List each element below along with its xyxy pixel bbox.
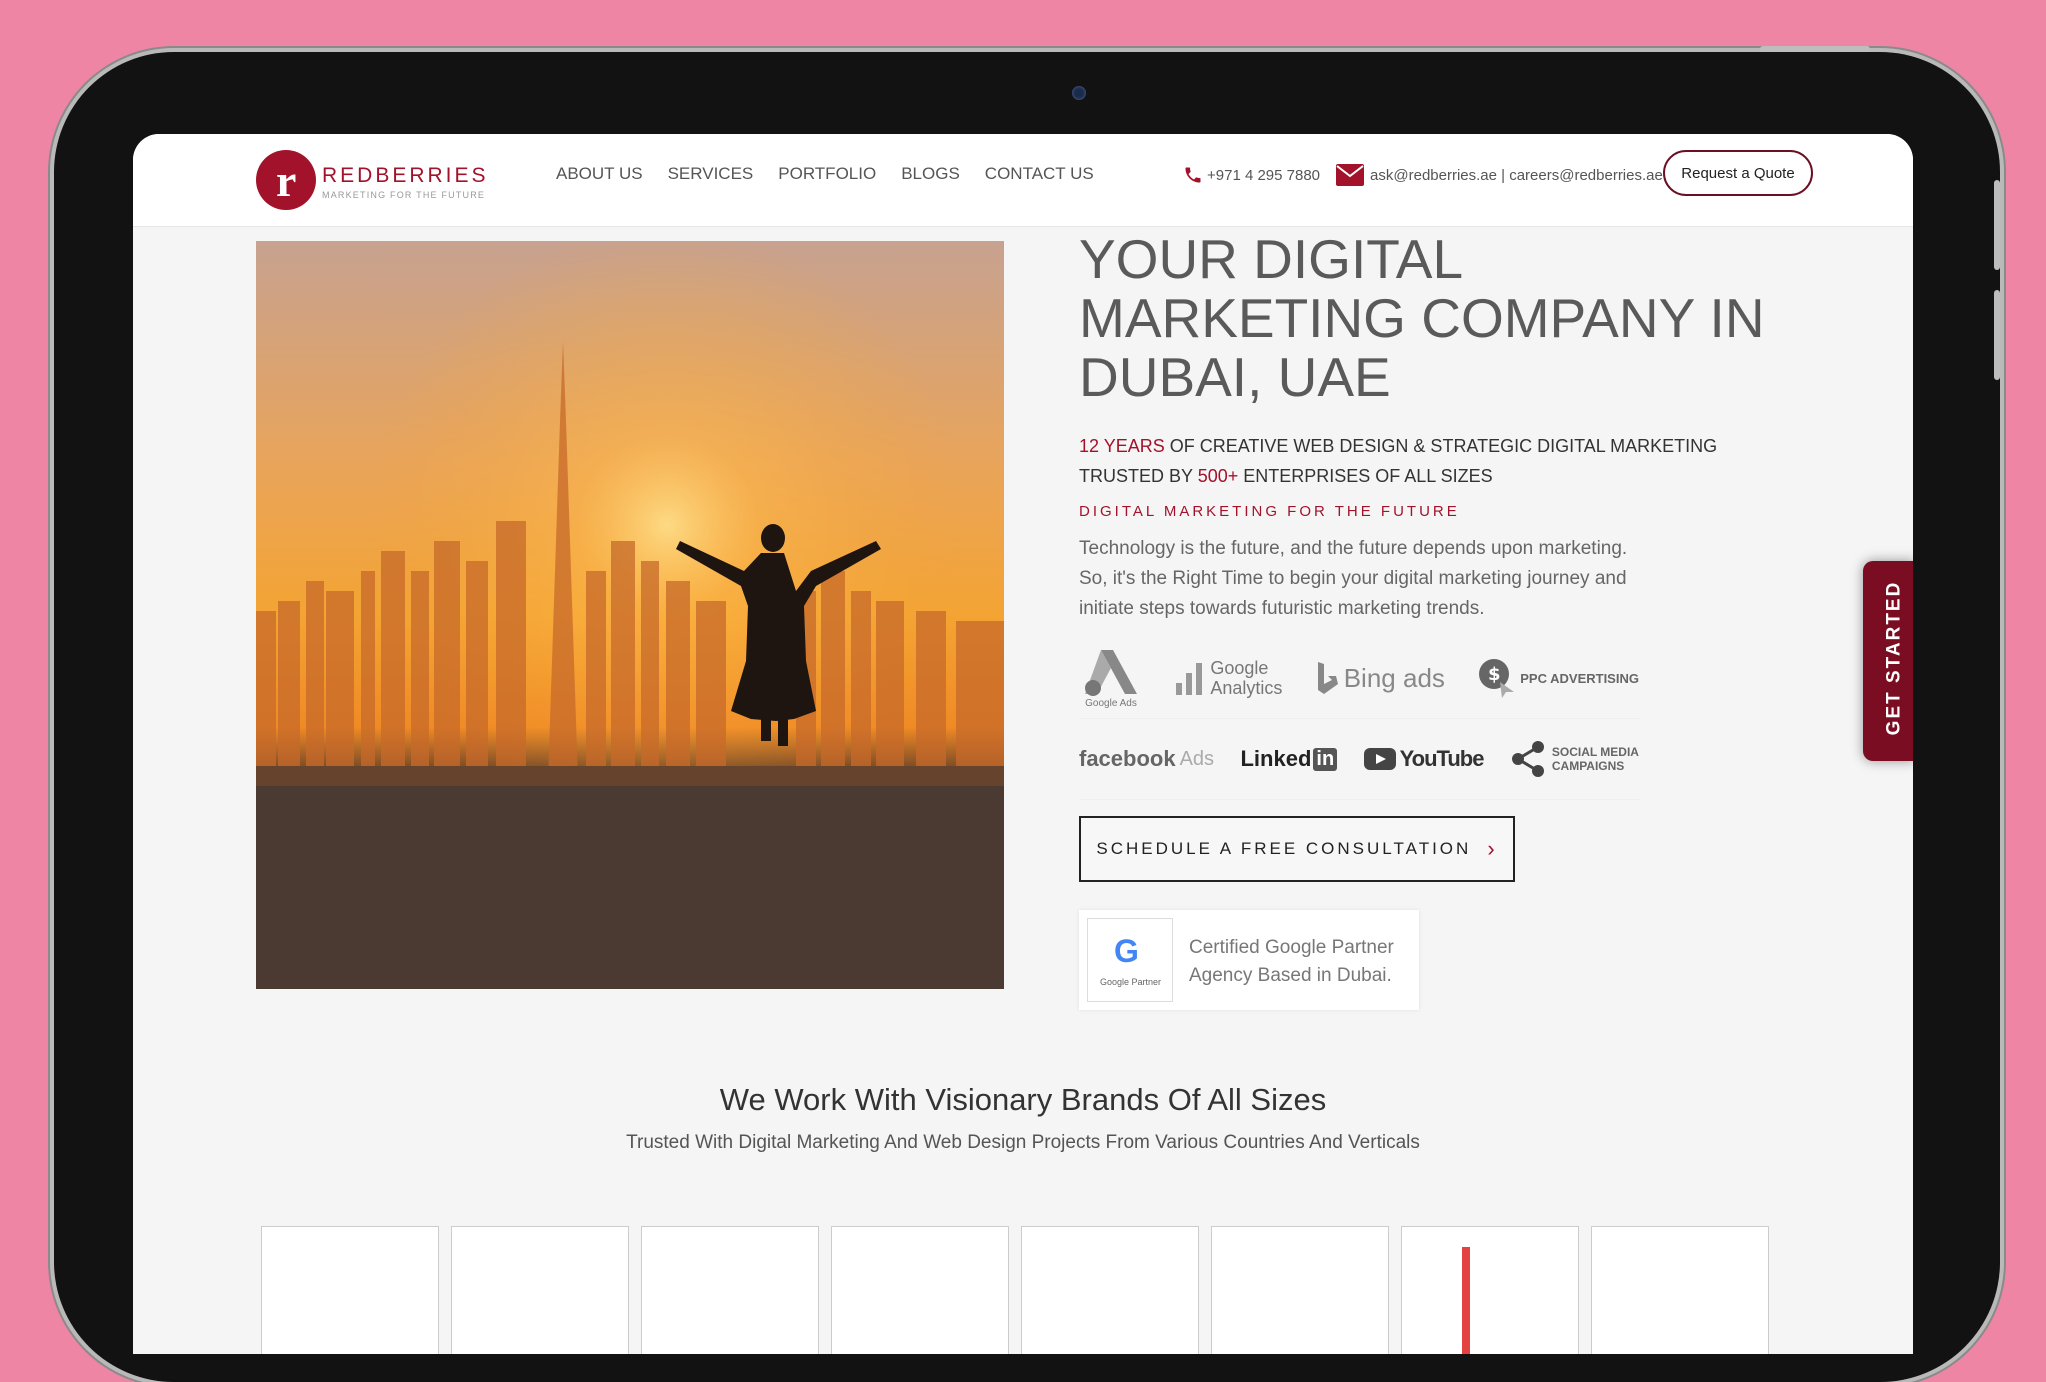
ppc-advertising-logo: $ PPC ADVERTISING bbox=[1478, 658, 1639, 698]
logo-name: REDBERRIES bbox=[322, 164, 489, 187]
brand-card[interactable] bbox=[451, 1226, 629, 1354]
brand-card[interactable] bbox=[1401, 1226, 1579, 1354]
hero-image bbox=[256, 241, 1004, 989]
count-highlight: 500+ bbox=[1197, 466, 1239, 486]
google-analytics-icon bbox=[1176, 663, 1203, 695]
email-addresses[interactable]: ask@redberries.ae | careers@redberries.a… bbox=[1370, 167, 1663, 184]
contact-info: +971 4 295 7880 ask@redberries.ae | care… bbox=[1183, 164, 1663, 186]
brand-card[interactable] bbox=[261, 1226, 439, 1354]
share-icon bbox=[1511, 741, 1544, 777]
hero-content: YOUR DIGITAL MARKETING COMPANY IN DUBAI,… bbox=[1079, 230, 1799, 624]
site-logo[interactable]: REDBERRIES MARKETING FOR THE FUTURE bbox=[256, 150, 496, 214]
bing-icon bbox=[1317, 662, 1338, 694]
schedule-consultation-button[interactable]: SCHEDULE A FREE CONSULTATION › bbox=[1079, 816, 1515, 882]
nav-contact-us[interactable]: CONTACT US bbox=[985, 164, 1094, 184]
brand-card[interactable] bbox=[1211, 1226, 1389, 1354]
brand-card[interactable] bbox=[1021, 1226, 1199, 1354]
brand-card[interactable] bbox=[1591, 1226, 1769, 1354]
nav-about-us[interactable]: ABOUT US bbox=[556, 164, 643, 184]
hero-sub-text: OF CREATIVE WEB DESIGN & STRATEGIC DIGIT… bbox=[1164, 436, 1718, 456]
brand-card[interactable] bbox=[641, 1226, 819, 1354]
chevron-right-icon: › bbox=[1487, 836, 1498, 861]
google-ads-icon bbox=[1085, 649, 1137, 696]
linkedin-logo: Linked in bbox=[1240, 746, 1338, 772]
google-partner-badge: G Google Partner bbox=[1087, 918, 1173, 1002]
phone-icon bbox=[1185, 167, 1201, 183]
social-media-campaigns-logo: SOCIAL MEDIA CAMPAIGNS bbox=[1510, 739, 1639, 779]
browser-viewport: REDBERRIES MARKETING FOR THE FUTURE ABOU… bbox=[133, 134, 1913, 1354]
tablet-top-button bbox=[1760, 46, 1870, 52]
google-ads-logo: Google Ads bbox=[1079, 648, 1143, 709]
youtube-play-icon bbox=[1363, 748, 1396, 770]
brand-logo-mark bbox=[1462, 1247, 1470, 1354]
phone-number[interactable]: +971 4 295 7880 bbox=[1207, 167, 1320, 184]
site-header: REDBERRIES MARKETING FOR THE FUTURE ABOU… bbox=[133, 134, 1913, 227]
partner-text: Certified Google Partner Agency Based in… bbox=[1189, 937, 1394, 986]
nav-blogs[interactable]: BLOGS bbox=[901, 164, 960, 184]
logo-row: Google Ads Google Analytics Bing ads $ PP… bbox=[1079, 638, 1639, 719]
hero-tagline: DIGITAL MARKETING FOR THE FUTURE bbox=[1079, 503, 1460, 520]
nav-services[interactable]: SERVICES bbox=[668, 164, 754, 184]
logo-row: facebook Ads Linked in YouTube SOCIAL ME… bbox=[1079, 719, 1639, 800]
facebook-ads-logo: facebook Ads bbox=[1079, 746, 1215, 771]
request-quote-button[interactable]: Request a Quote bbox=[1663, 150, 1813, 196]
brand-cards bbox=[261, 1226, 1769, 1354]
hero-sub-text-2: ENTERPRISES OF ALL SIZES bbox=[1238, 466, 1493, 486]
ppc-dollar-icon: $ bbox=[1479, 659, 1515, 698]
brand-card[interactable] bbox=[831, 1226, 1009, 1354]
hero-title: YOUR DIGITAL MARKETING COMPANY IN DUBAI,… bbox=[1079, 228, 1765, 408]
brands-title: We Work With Visionary Brands Of All Siz… bbox=[719, 1082, 1327, 1117]
google-analytics-logo: Google Analytics bbox=[1176, 658, 1282, 698]
linkedin-in-badge: in bbox=[1313, 747, 1338, 771]
svg-text:$: $ bbox=[1488, 664, 1501, 685]
camera-icon bbox=[1072, 86, 1086, 100]
main-nav: ABOUT US SERVICES PORTFOLIO BLOGS CONTAC… bbox=[556, 164, 1094, 184]
years-highlight: 12 YEARS bbox=[1079, 436, 1165, 456]
tablet-side-button bbox=[1994, 290, 2000, 380]
platform-logos: Google Ads Google Analytics Bing ads $ PP… bbox=[1079, 638, 1639, 800]
logo-tagline: MARKETING FOR THE FUTURE bbox=[322, 190, 486, 200]
google-g-icon: G bbox=[1114, 933, 1139, 969]
get-started-tab[interactable]: GET STARTED bbox=[1863, 561, 1913, 761]
google-partner-card[interactable]: G Google Partner Certified Google Partne… bbox=[1079, 910, 1419, 1010]
nav-portfolio[interactable]: PORTFOLIO bbox=[778, 164, 876, 184]
hero-description: Technology is the future, and the future… bbox=[1079, 538, 1628, 619]
bing-ads-logo: Bing ads bbox=[1316, 662, 1445, 694]
tablet-side-button bbox=[1994, 180, 2000, 270]
youtube-logo: YouTube bbox=[1363, 746, 1484, 772]
hero-subheading: 12 YEARS OF CREATIVE WEB DESIGN & STRATE… bbox=[1079, 431, 1799, 491]
hero-sub-trusted: TRUSTED BY bbox=[1079, 466, 1198, 486]
logo-mark-icon bbox=[256, 150, 316, 210]
mail-icon bbox=[1336, 164, 1365, 186]
brands-subtitle: Trusted With Digital Marketing And Web D… bbox=[626, 1132, 1420, 1153]
